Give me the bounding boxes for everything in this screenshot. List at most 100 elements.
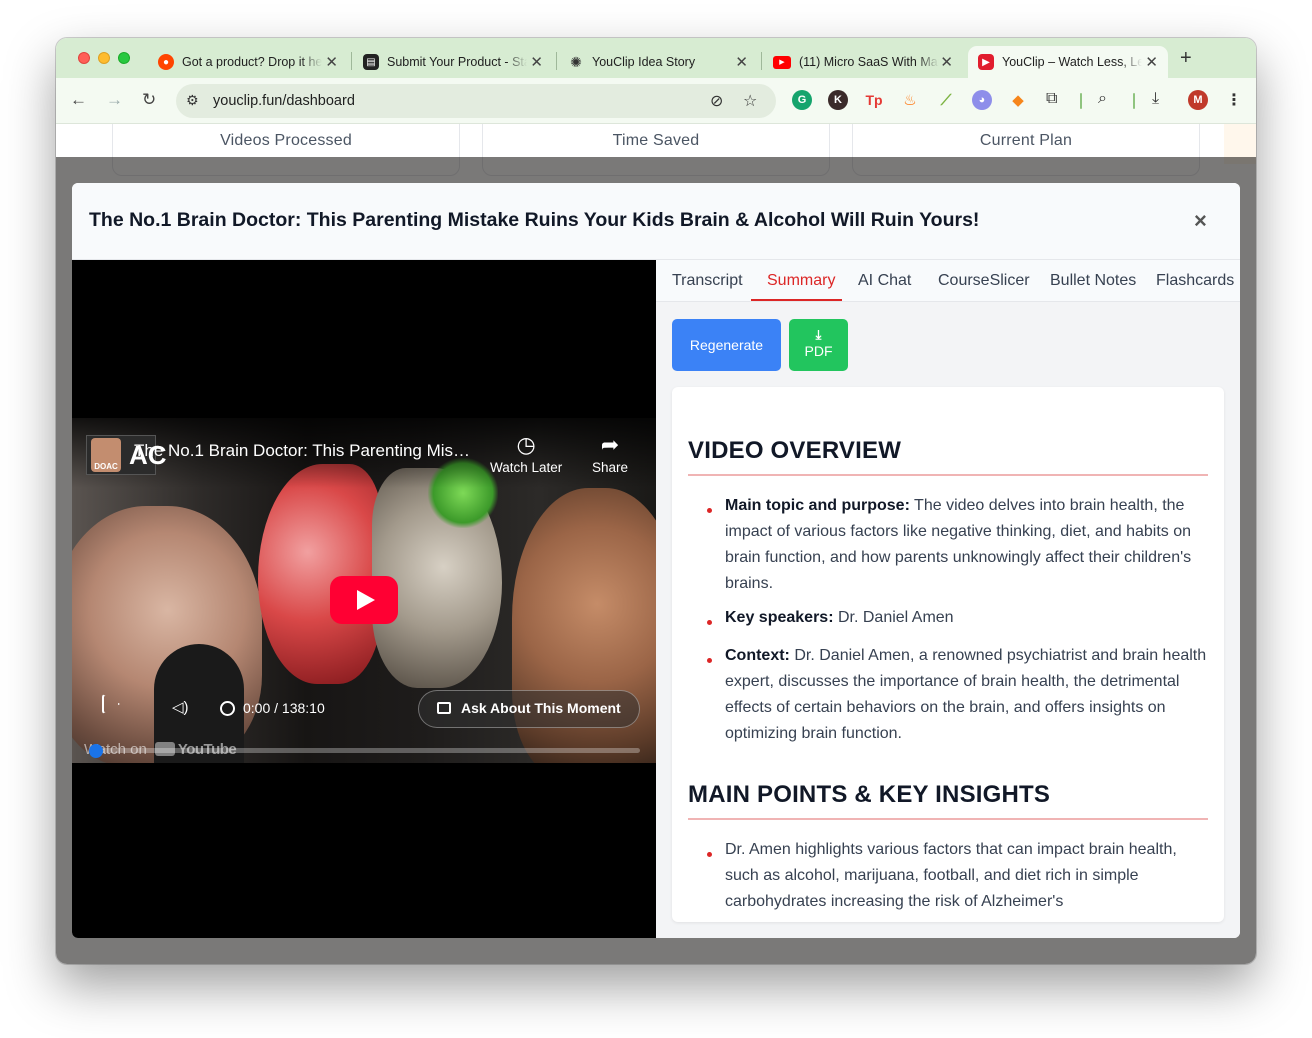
menu-kebab-icon[interactable]: ⋮	[1226, 90, 1242, 110]
regenerate-button[interactable]: Regenerate	[672, 319, 781, 371]
progress-scrubber[interactable]	[89, 744, 103, 758]
share-arrow-icon: ➦	[600, 432, 620, 457]
tab-title: Got a product? Drop it here	[182, 55, 322, 69]
openai-icon: ✺	[570, 53, 582, 70]
grammarly-icon[interactable]: G	[792, 90, 812, 110]
video-player[interactable]: DOAC AC The No.1 Brain Doctor: This Pare…	[72, 260, 656, 938]
tab-title: YouClip – Watch Less, Learn More	[1002, 55, 1142, 69]
close-tab-icon[interactable]: ✕	[325, 53, 338, 71]
youclip-dashboard: Videos Processed Time Saved Current Plan…	[56, 124, 1256, 964]
item-text: Dr. Daniel Amen	[837, 609, 954, 626]
back-icon[interactable]: ←	[70, 90, 87, 110]
ask-about-moment-button[interactable]: Ask About This Moment	[418, 690, 640, 728]
chat-bubble-icon	[437, 702, 451, 714]
clock-icon	[220, 701, 235, 716]
url-text[interactable]: youclip.fun/dashboard	[213, 93, 355, 109]
browser-tab-youclip[interactable]: ▶ YouClip – Watch Less, Learn More ✕	[968, 46, 1168, 78]
close-window-button[interactable]	[78, 52, 90, 64]
list-item: Key speakers: Dr. Daniel Amen	[725, 605, 1210, 631]
site-settings-icon[interactable]: ⚙	[186, 92, 199, 109]
browser-tab-openai[interactable]: ✺ YouClip Idea Story ✕	[558, 46, 758, 78]
list-item: Main topic and purpose: The video delves…	[725, 493, 1210, 597]
stat-label: Videos Processed	[220, 132, 352, 149]
summary-content: VIDEO OVERVIEW Main topic and purpose: T…	[672, 387, 1224, 922]
tab-strip: ● Got a product? Drop it here ✕ ▤ Submit…	[56, 38, 1256, 78]
active-tab-underline	[751, 299, 842, 301]
section-rule	[688, 474, 1208, 476]
progress-bar[interactable]	[96, 748, 640, 753]
modal-title: The No.1 Brain Doctor: This Parenting Mi…	[89, 209, 980, 231]
growth-extension-icon[interactable]: ⟋	[936, 90, 956, 110]
stat-label: Time Saved	[612, 132, 700, 149]
tab-summary[interactable]: Summary	[767, 272, 835, 290]
section-rule	[688, 818, 1208, 820]
watch-later-label: Watch Later	[490, 460, 563, 475]
reload-icon[interactable]: ↻	[142, 90, 156, 110]
volume-icon[interactable]: ◁)	[172, 698, 189, 716]
tp-extension-icon[interactable]: Tp	[864, 90, 884, 110]
bullet-dot	[707, 658, 712, 663]
bookmark-star-icon[interactable]: ☆	[743, 91, 757, 111]
share-label: Share	[592, 460, 629, 475]
browser-tab-reddit[interactable]: ● Got a product? Drop it here ✕	[148, 46, 348, 78]
close-tab-icon[interactable]: ✕	[940, 53, 953, 71]
share-button[interactable]: ➦ Share	[592, 432, 628, 475]
tab-transcript[interactable]: Transcript	[672, 272, 743, 290]
submit-icon: ▤	[363, 54, 379, 70]
modal-header: The No.1 Brain Doctor: This Parenting Mi…	[72, 183, 1240, 260]
new-tab-icon[interactable]: +	[1180, 47, 1192, 70]
channel-avatar: DOAC	[91, 438, 121, 472]
maximize-window-button[interactable]	[118, 52, 130, 64]
bullet-dot	[707, 852, 712, 857]
watch-later-button[interactable]: ◷ Watch Later	[490, 432, 562, 475]
item-label: Context:	[725, 647, 790, 664]
minimize-window-button[interactable]	[98, 52, 110, 64]
tab-divider	[761, 52, 762, 70]
reddit-icon: ●	[158, 54, 174, 70]
video-modal: The No.1 Brain Doctor: This Parenting Mi…	[72, 183, 1240, 938]
item-label: Main topic and purpose:	[725, 497, 910, 514]
section-heading-overview: VIDEO OVERVIEW	[688, 437, 902, 464]
tab-flashcards[interactable]: Flashcards	[1156, 272, 1234, 290]
bullet-dot	[707, 620, 712, 625]
close-tab-icon[interactable]: ✕	[530, 53, 543, 71]
address-bar[interactable]: ⚙ youclip.fun/dashboard ⊘ ☆	[176, 84, 776, 118]
ask-label: Ask About This Moment	[461, 700, 621, 716]
forward-icon[interactable]: →	[106, 90, 123, 110]
tab-courseslicer[interactable]: CourseSlicer	[938, 272, 1030, 290]
screen-search-icon[interactable]: ⌕	[1098, 90, 1107, 108]
list-item: Dr. Amen highlights various factors that…	[725, 841, 1177, 910]
download-icon: ⤓	[815, 327, 822, 342]
item-text: Dr. Daniel Amen, a renowned psychiatrist…	[725, 647, 1207, 742]
youtube-play-button[interactable]	[330, 576, 398, 624]
k-extension-icon[interactable]: K	[828, 90, 848, 110]
tab-title: (11) Micro SaaS With Marc	[799, 55, 939, 69]
tab-ai-chat[interactable]: AI Chat	[858, 272, 911, 290]
tab-title: Submit Your Product - Startup	[387, 55, 527, 69]
toolbar-divider	[1133, 93, 1135, 109]
panel-tabs: Transcript Summary AI Chat CourseSlicer …	[656, 260, 1240, 302]
pdf-download-button[interactable]: ⤓ PDF	[789, 319, 848, 371]
tab-divider	[556, 52, 557, 70]
close-tab-icon[interactable]: ✕	[735, 53, 748, 71]
download-icon[interactable]: ⤓	[1152, 90, 1159, 108]
player-video-title[interactable]: The No.1 Brain Doctor: This Parenting Mi…	[134, 441, 470, 461]
profile-avatar[interactable]: M	[1188, 90, 1208, 110]
bullet-dot	[707, 508, 712, 513]
browser-tab-submit[interactable]: ▤ Submit Your Product - Startup ✕	[353, 46, 553, 78]
tab-bullet-notes[interactable]: Bullet Notes	[1050, 272, 1136, 290]
metamask-icon[interactable]: ◆	[1008, 90, 1028, 110]
ghost-extension-icon[interactable]: ◕	[972, 90, 992, 110]
close-modal-button[interactable]: ×	[1194, 208, 1207, 234]
fire-extension-icon[interactable]: ♨	[900, 90, 920, 110]
content-panel: Transcript Summary AI Chat CourseSlicer …	[656, 260, 1240, 938]
tracking-blocked-icon[interactable]: ⊘	[710, 91, 723, 111]
clock-icon: ◷	[516, 432, 536, 457]
list-item: Context: Dr. Daniel Amen, a renowned psy…	[725, 643, 1210, 747]
time-display: 0:00 / 138:10	[220, 700, 325, 716]
extensions-puzzle-icon[interactable]: ⧉	[1046, 90, 1057, 108]
toolbar-divider	[1080, 93, 1082, 109]
healthy-brain-image	[258, 464, 382, 684]
browser-tab-youtube[interactable]: ▶ (11) Micro SaaS With Marc ✕	[763, 46, 963, 78]
close-tab-icon[interactable]: ✕	[1145, 53, 1158, 71]
